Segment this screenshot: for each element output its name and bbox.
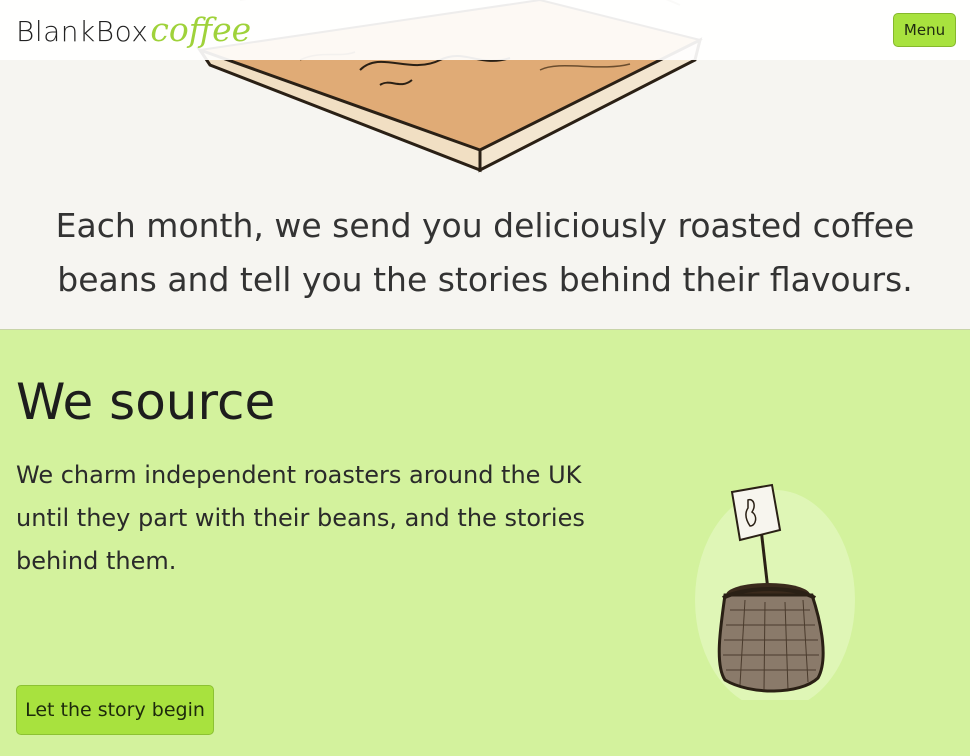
hero-tagline: Each month, we send you deliciously roas… xyxy=(55,206,915,299)
logo-coffee-text: coffee xyxy=(150,10,252,49)
site-logo[interactable]: BlankBox coffee xyxy=(16,6,251,54)
site-header: BlankBox coffee Menu xyxy=(0,0,970,60)
story-begin-button[interactable]: Let the story begin xyxy=(16,685,214,735)
logo-brand-text: BlankBox xyxy=(16,15,149,48)
we-source-section: We source We charm independent roasters … xyxy=(0,330,970,756)
coffee-sack-illustration-icon xyxy=(695,483,855,700)
menu-button[interactable]: Menu xyxy=(893,13,956,47)
section-description: We charm independent roasters around the… xyxy=(16,461,585,575)
section-title: We source xyxy=(16,373,276,431)
